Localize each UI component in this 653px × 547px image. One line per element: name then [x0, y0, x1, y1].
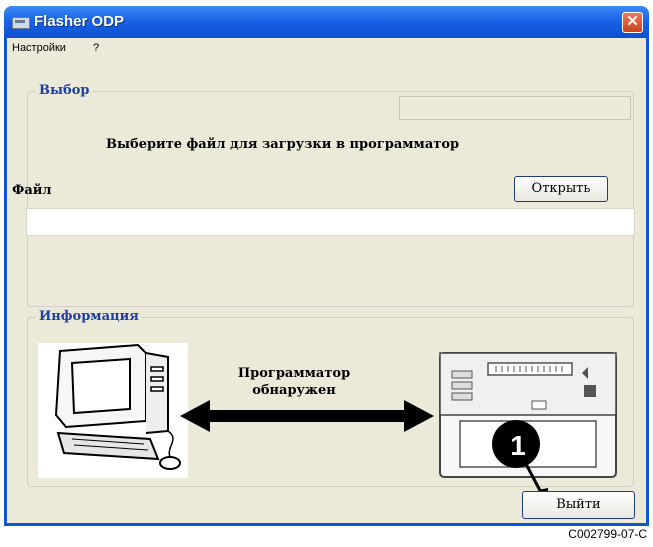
menu-bar: Настройки ?: [7, 38, 646, 58]
window-title: Flasher ODP: [34, 13, 125, 30]
selection-group: Выбор Выберите файл для загрузки в прогр…: [12, 83, 635, 307]
menu-help[interactable]: ?: [93, 42, 99, 54]
instruction-text: Выберите файл для загрузки в программато…: [106, 137, 460, 152]
exit-button[interactable]: Выйти: [522, 491, 635, 519]
close-button[interactable]: ✕: [622, 12, 643, 33]
file-path-input[interactable]: [26, 208, 635, 236]
file-label: Файл: [12, 183, 52, 198]
programmer-status-line1: Программатор: [237, 366, 351, 381]
double-arrow-icon: [180, 400, 434, 432]
info-group: Информация Программатор обнаружен 1: [27, 309, 634, 504]
client-area: Настройки ? Выбор Выберите файл для загр…: [7, 38, 646, 523]
selection-group-title: Выбор: [36, 83, 93, 98]
app-icon: [12, 17, 30, 29]
title-bar[interactable]: Flasher ODP ✕: [4, 6, 649, 38]
close-icon: ✕: [626, 13, 639, 30]
menu-settings[interactable]: Настройки: [12, 42, 66, 54]
computer-illustration: [38, 343, 188, 478]
callout-number: 1: [510, 430, 526, 461]
status-field: [399, 96, 631, 120]
info-group-title: Информация: [36, 309, 142, 324]
open-button[interactable]: Открыть: [514, 176, 608, 202]
figure-code: C002799-07-C: [568, 527, 647, 541]
app-window: Flasher ODP ✕ Настройки ? Выбор Выберите…: [4, 6, 649, 526]
